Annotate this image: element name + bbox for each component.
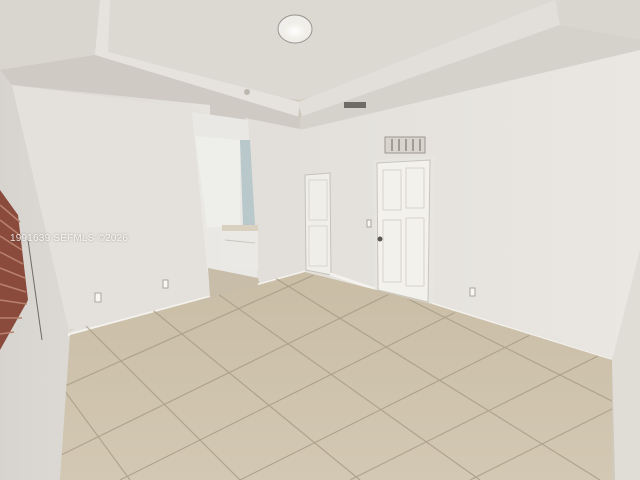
mls-watermark: 1991639 SEFMLS ©2026 (10, 233, 129, 244)
bedroom-door (374, 156, 435, 305)
wall-outlet (162, 279, 169, 289)
air-vent-icon (384, 136, 426, 154)
ceiling-light-icon (277, 14, 313, 44)
wall-outlet (94, 292, 102, 303)
smoke-detector (244, 89, 250, 95)
ceiling-vent (344, 102, 366, 108)
closet-door (304, 172, 332, 276)
light-switch (366, 219, 372, 228)
wall-outlet (469, 287, 476, 297)
door-knob-icon (377, 236, 383, 242)
